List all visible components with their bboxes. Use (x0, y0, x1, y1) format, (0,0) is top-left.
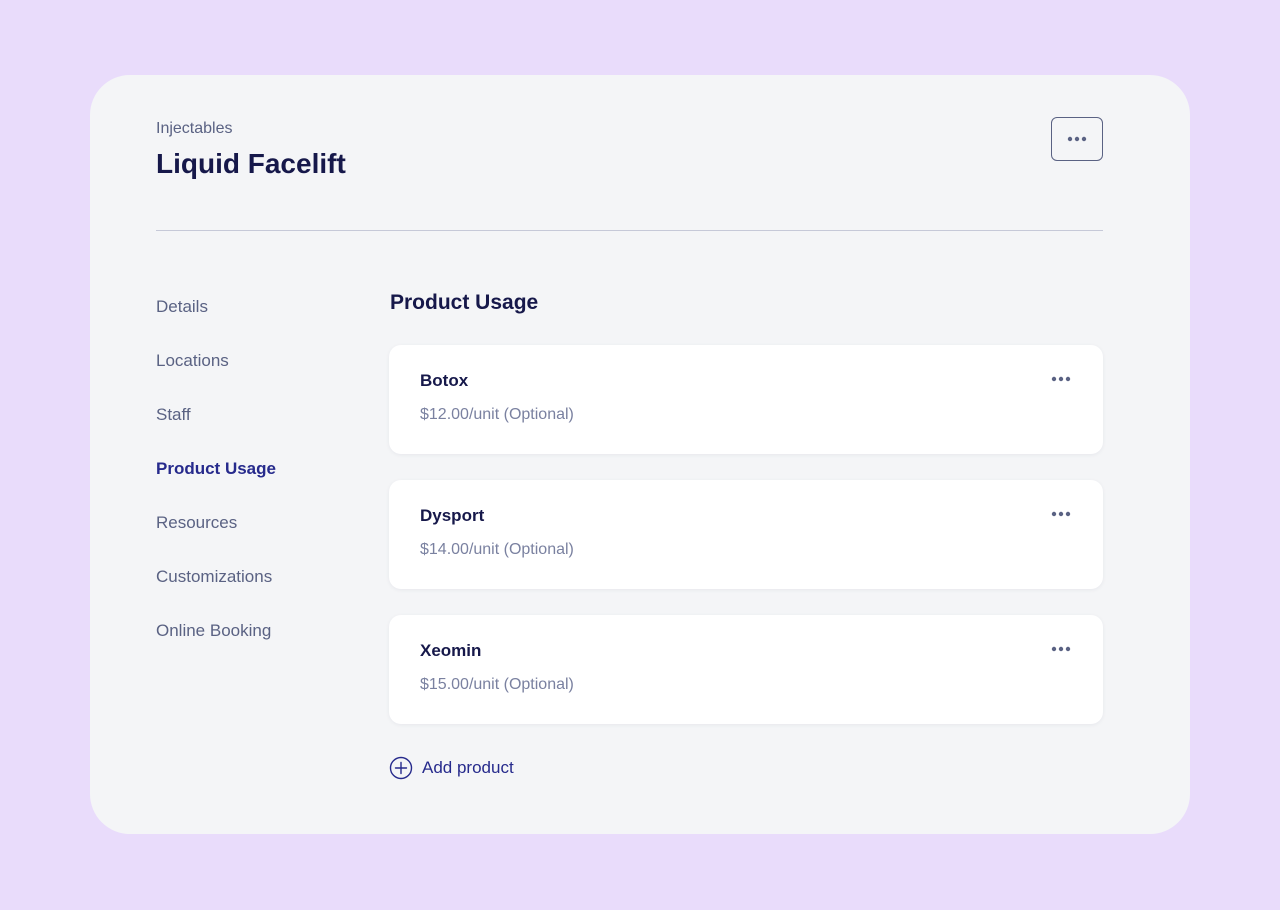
more-horizontal-icon (1051, 376, 1071, 382)
section-nav: Details Locations Staff Product Usage Re… (156, 295, 356, 673)
more-options-button[interactable] (1051, 117, 1103, 161)
section-title: Product Usage (390, 291, 539, 314)
service-card: Injectables Liquid Facelift Details Loca… (90, 75, 1190, 834)
more-horizontal-icon (1067, 136, 1087, 142)
more-horizontal-icon (1051, 511, 1071, 517)
product-options-button[interactable] (1047, 367, 1075, 391)
nav-item-details[interactable]: Details (156, 295, 356, 349)
product-options-button[interactable] (1047, 637, 1075, 661)
add-product-button[interactable]: Add product (389, 756, 514, 780)
page-title: Liquid Facelift (156, 148, 346, 179)
product-name: Botox (420, 371, 469, 390)
plus-circle-icon (389, 756, 413, 780)
product-card-dysport: Dysport $14.00/unit (Optional) (389, 480, 1103, 589)
product-price: $15.00/unit (Optional) (420, 676, 574, 693)
nav-item-online-booking[interactable]: Online Booking (156, 619, 356, 673)
nav-item-locations[interactable]: Locations (156, 349, 356, 403)
product-name: Dysport (420, 506, 485, 525)
nav-item-product-usage[interactable]: Product Usage (156, 457, 356, 511)
product-price: $14.00/unit (Optional) (420, 541, 574, 558)
add-product-label: Add product (422, 758, 514, 777)
more-horizontal-icon (1051, 646, 1071, 652)
product-name: Xeomin (420, 641, 482, 660)
product-options-button[interactable] (1047, 502, 1075, 526)
product-price: $12.00/unit (Optional) (420, 406, 574, 423)
product-card-xeomin: Xeomin $15.00/unit (Optional) (389, 615, 1103, 724)
nav-item-resources[interactable]: Resources (156, 511, 356, 565)
header-divider (156, 230, 1103, 231)
nav-item-customizations[interactable]: Customizations (156, 565, 356, 619)
nav-item-staff[interactable]: Staff (156, 403, 356, 457)
product-card-botox: Botox $12.00/unit (Optional) (389, 345, 1103, 454)
category-label: Injectables (156, 120, 233, 137)
